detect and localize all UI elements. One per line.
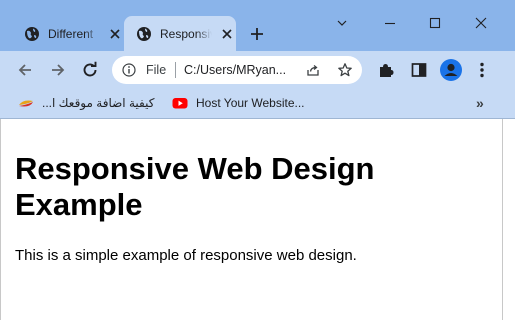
window-close-icon[interactable] xyxy=(472,14,490,32)
share-icon[interactable] xyxy=(305,62,321,78)
tab-responsive[interactable]: Responsive xyxy=(124,16,236,51)
bookmarks-overflow-button[interactable]: » xyxy=(476,95,484,111)
bookmark-label: Host Your Website... xyxy=(196,96,305,110)
scheme-label: File xyxy=(146,63,167,77)
close-icon[interactable] xyxy=(108,27,122,41)
address-bar[interactable]: File C:/Users/MRyan... xyxy=(112,56,362,84)
globe-icon xyxy=(137,26,151,41)
page-paragraph: This is a simple example of responsive w… xyxy=(15,247,357,264)
forward-arrow-icon[interactable] xyxy=(48,60,68,80)
page-content: Responsive Web Design Example This is a … xyxy=(0,119,503,320)
youtube-icon xyxy=(172,98,188,109)
profile-icon xyxy=(444,63,458,76)
info-icon[interactable] xyxy=(122,63,136,77)
close-icon[interactable] xyxy=(220,27,234,41)
bookmark-favicon-icon xyxy=(19,100,33,107)
tab-title: Responsive xyxy=(160,26,212,41)
bookmark-item[interactable]: Host Your Website... xyxy=(172,95,305,111)
chevron-down-icon[interactable] xyxy=(333,14,351,32)
menu-icon[interactable] xyxy=(472,60,492,80)
tab-different[interactable]: Different xyxy=(12,16,122,51)
title-bar: Different Responsive xyxy=(0,0,515,51)
minimize-icon[interactable] xyxy=(381,14,399,32)
page-heading: Responsive Web Design Example xyxy=(15,151,375,222)
url-text[interactable]: C:/Users/MRyan... xyxy=(184,63,286,77)
tab-title: Different xyxy=(48,26,94,41)
globe-icon xyxy=(25,26,39,41)
extensions-icon[interactable] xyxy=(376,60,396,80)
toolbar: File C:/Users/MRyan... xyxy=(0,51,515,89)
bookmarks-bar: كيفية اضافة موقعك ا... Host Your Website… xyxy=(0,89,515,119)
bookmark-item[interactable]: كيفية اضافة موقعك ا... xyxy=(18,95,154,111)
profile-avatar[interactable] xyxy=(440,59,462,81)
plus-icon[interactable] xyxy=(248,25,266,43)
window-edge xyxy=(503,119,515,320)
bookmark-label: كيفية اضافة موقعك ا... xyxy=(42,96,155,110)
divider xyxy=(175,62,176,78)
maximize-icon[interactable] xyxy=(426,14,444,32)
back-arrow-icon[interactable] xyxy=(15,60,35,80)
side-panel-icon[interactable] xyxy=(409,60,429,80)
star-icon[interactable] xyxy=(337,62,353,78)
reload-icon[interactable] xyxy=(80,60,100,80)
